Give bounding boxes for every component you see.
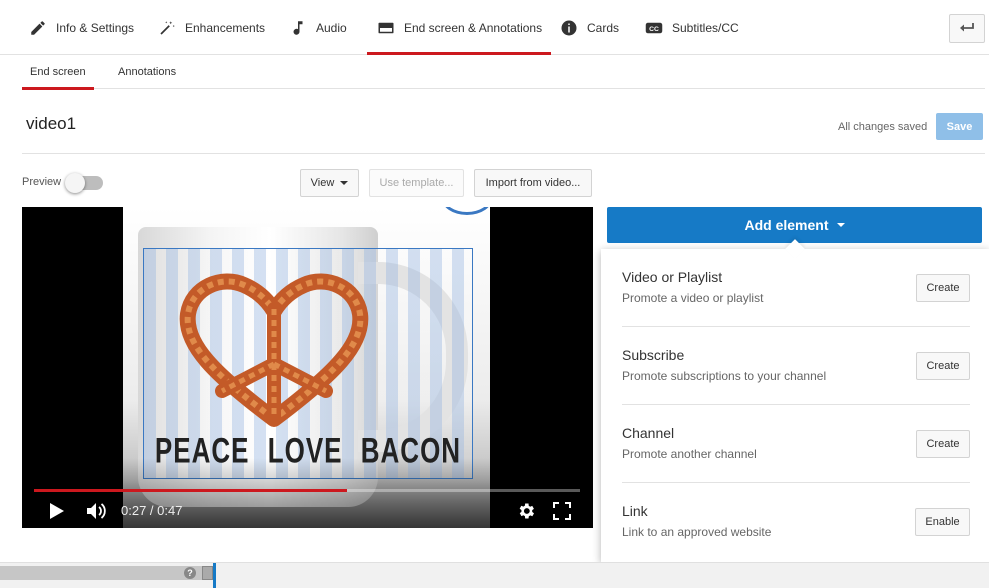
menu-item-desc: Link to an approved website xyxy=(622,525,772,539)
back-button[interactable] xyxy=(949,14,985,43)
chevron-down-icon xyxy=(340,181,349,185)
tab-end-screen-annotations[interactable]: End screen & Annotations xyxy=(366,0,552,55)
tab-enhancements[interactable]: Enhancements xyxy=(157,0,265,55)
magic-wand-icon xyxy=(157,18,177,38)
gear-icon xyxy=(519,503,534,519)
end-screen-icon xyxy=(376,18,396,38)
import-label: Import from video... xyxy=(485,177,581,189)
view-label: View xyxy=(310,177,335,189)
play-button[interactable] xyxy=(44,499,70,523)
sub-tab-bar: End screen Annotations xyxy=(22,55,985,90)
tab-info-settings[interactable]: Info & Settings xyxy=(28,0,134,55)
subtab-label: End screen xyxy=(30,66,86,78)
tab-label: Info & Settings xyxy=(56,20,135,35)
create-subscribe-button[interactable]: Create xyxy=(916,352,970,380)
time-display: 0:27 / 0:47 xyxy=(121,503,183,518)
tab-cards[interactable]: Cards xyxy=(559,0,619,55)
tab-label: Audio xyxy=(316,20,347,35)
menu-item-title: Channel xyxy=(622,425,675,441)
pencil-icon xyxy=(28,18,48,38)
top-tab-bar: Info & Settings Enhancements Audio End s… xyxy=(0,0,989,55)
help-icon[interactable]: ? xyxy=(184,567,196,579)
add-element-label: Add element xyxy=(744,217,829,233)
tab-subtitles-cc[interactable]: CC Subtitles/CC xyxy=(644,0,739,55)
menu-item-link: Link Link to an approved website Enable xyxy=(622,483,970,561)
subtab-annotations[interactable]: Annotations xyxy=(118,55,176,89)
menu-item-title: Video or Playlist xyxy=(622,269,723,285)
volume-icon xyxy=(87,503,106,519)
preview-label: Preview xyxy=(22,176,62,188)
menu-item-desc: Promote a video or playlist xyxy=(622,291,764,305)
create-channel-button[interactable]: Create xyxy=(916,430,970,458)
subtab-label: Annotations xyxy=(118,66,177,78)
fullscreen-button[interactable] xyxy=(550,499,574,523)
cc-icon: CC xyxy=(644,18,664,38)
tab-label: Enhancements xyxy=(185,20,266,35)
add-element-button[interactable]: Add element xyxy=(607,207,982,243)
create-video-playlist-button[interactable]: Create xyxy=(916,274,970,302)
back-arrow-icon xyxy=(959,20,975,38)
use-template-label: Use template... xyxy=(379,177,454,189)
timeline-playhead[interactable] xyxy=(213,563,216,588)
menu-item-desc: Promote another channel xyxy=(622,447,757,461)
add-element-menu: Video or Playlist Promote a video or pla… xyxy=(601,249,989,562)
toggle-knob xyxy=(65,173,85,193)
music-note-icon xyxy=(288,18,308,38)
svg-text:CC: CC xyxy=(649,26,659,33)
progress-fill xyxy=(34,489,348,492)
peace-heart-graphic xyxy=(179,273,369,427)
use-template-button[interactable]: Use template... xyxy=(369,169,464,197)
settings-button[interactable] xyxy=(514,499,538,523)
view-dropdown-button[interactable]: View xyxy=(300,169,359,197)
menu-item-title: Subscribe xyxy=(622,347,685,363)
info-icon xyxy=(559,18,579,38)
end-screen-template-area[interactable]: PEACE LOVE BACON xyxy=(143,248,473,479)
timeline-drag-handle[interactable] xyxy=(202,566,213,580)
subtab-end-screen[interactable]: End screen xyxy=(22,55,94,90)
element-outline xyxy=(441,207,490,215)
menu-item-subscribe: Subscribe Promote subscriptions to your … xyxy=(622,327,970,405)
video-title: video1 xyxy=(26,114,77,133)
tab-label: End screen & Annotations xyxy=(404,20,543,35)
tab-label: Cards xyxy=(587,20,620,35)
save-button[interactable]: Save xyxy=(936,113,983,140)
timeline[interactable]: ? xyxy=(0,562,989,588)
video-player[interactable]: PEACE LOVE BACON 0:27 / 0:47 xyxy=(22,207,593,528)
import-from-video-button[interactable]: Import from video... xyxy=(474,169,592,197)
menu-item-video-playlist: Video or Playlist Promote a video or pla… xyxy=(622,249,970,327)
divider xyxy=(22,153,985,154)
menu-item-desc: Promote subscriptions to your channel xyxy=(622,369,827,383)
volume-button[interactable] xyxy=(84,499,110,523)
menu-item-title: Link xyxy=(622,503,648,519)
tab-label: Subtitles/CC xyxy=(672,20,739,35)
play-icon xyxy=(50,503,64,519)
save-status: All changes saved xyxy=(838,121,928,133)
preview-toggle[interactable] xyxy=(65,173,103,193)
timeline-track xyxy=(0,566,214,580)
chevron-down-icon xyxy=(836,223,845,227)
progress-bar[interactable] xyxy=(34,489,580,492)
tab-audio[interactable]: Audio xyxy=(288,0,347,55)
fullscreen-icon xyxy=(553,502,571,520)
enable-link-button[interactable]: Enable xyxy=(915,508,970,536)
menu-item-channel: Channel Promote another channel Create xyxy=(622,405,970,483)
